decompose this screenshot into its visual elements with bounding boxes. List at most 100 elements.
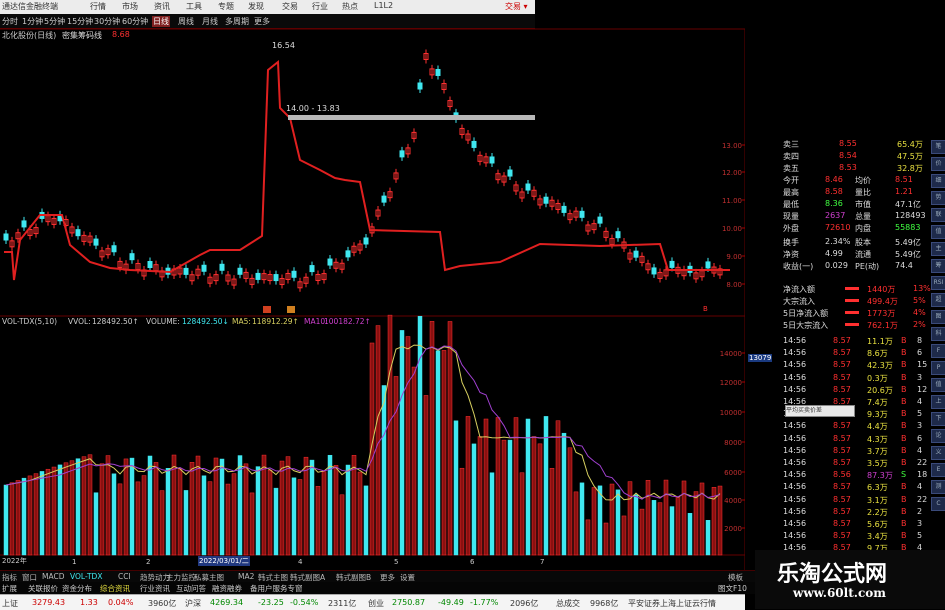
tick-direction: B [901, 421, 907, 431]
side-tab[interactable]: 值 [931, 378, 945, 392]
status-sh-label[interactable]: 上证 [2, 598, 18, 609]
info-tab[interactable]: 行业资讯 [140, 583, 170, 594]
volume-bar [657, 502, 663, 556]
side-tab[interactable]: 超 [931, 293, 945, 307]
volume-bar [405, 336, 411, 556]
tick-price: 8.57 [833, 458, 851, 467]
volume-bar [243, 463, 249, 556]
indicator-tab[interactable]: MACD [42, 572, 64, 581]
stat-value-2: 5.49亿 [895, 250, 921, 259]
stat-row: 净资 4.99 流通 5.49亿 [745, 248, 930, 260]
side-tab[interactable]: P [931, 361, 945, 375]
side-tab[interactable]: 义 [931, 446, 945, 460]
side-tab[interactable]: 笔 [931, 140, 945, 154]
side-tab[interactable]: 测 [931, 480, 945, 494]
side-tab[interactable]: C [931, 497, 945, 511]
indicator-tab[interactable]: CCI [118, 572, 131, 581]
candle [291, 270, 297, 278]
tick-direction: B [901, 397, 907, 406]
side-tab[interactable]: 势 [931, 191, 945, 205]
status-cy-label[interactable]: 创业 [368, 598, 384, 609]
side-tab[interactable]: 上 [931, 395, 945, 409]
watermark-title: 乐淘公式网 [777, 562, 888, 587]
event-icon-2[interactable] [287, 306, 295, 313]
side-tab[interactable]: 筹 [931, 259, 945, 273]
volume-bar [273, 487, 279, 556]
flow-row: 净流入额 1440万 13% [745, 283, 931, 295]
side-tab[interactable]: 论 [931, 429, 945, 443]
flow-pct: 13% [913, 284, 931, 293]
stat-label-2: 均价 [855, 176, 871, 185]
side-tab[interactable]: 图 [931, 310, 945, 324]
volume-bar [201, 475, 207, 556]
quote-panel: 卖三 8.55 65.4万 卖四 8.54 47.5万 卖五 8.53 32.8万 … [745, 0, 931, 578]
flow-value: 499.4万 [867, 297, 898, 306]
flow-label: 净流入额 [783, 285, 815, 294]
volume-bar [627, 481, 633, 556]
side-tab[interactable]: E [931, 463, 945, 477]
ma5-label: MA5: [232, 317, 251, 326]
candle [615, 231, 621, 239]
info-tab[interactable]: 备用户服务专窗 [250, 583, 303, 594]
info-tab[interactable]: 扩展 [2, 583, 17, 594]
candle [363, 237, 369, 245]
side-tab[interactable]: RSI [931, 276, 945, 290]
side-tab[interactable]: 联 [931, 208, 945, 222]
info-tab[interactable]: 关联报价 [28, 583, 58, 594]
volume-tick-label: 8000 [724, 439, 742, 447]
month-mark: 5 [394, 558, 398, 566]
candle [147, 260, 153, 268]
volume-bar [339, 494, 345, 556]
stat-label: 最低 [783, 200, 799, 209]
stock-name: 北化股份(日线) [2, 31, 57, 40]
volume-bar [291, 477, 297, 556]
spread-popup[interactable]: 平均买卖价差 [785, 405, 855, 417]
tick-direction: B [901, 384, 907, 394]
side-tab[interactable]: 值 [931, 225, 945, 239]
info-tab[interactable]: 互动问答 [176, 583, 206, 594]
candle [201, 264, 207, 272]
side-tab[interactable]: 细 [931, 174, 945, 188]
tick-volume: 3.5万 [867, 459, 888, 468]
event-icon-1[interactable] [263, 306, 271, 313]
side-tab[interactable]: 科 [931, 327, 945, 341]
volume-bar [669, 506, 675, 556]
indicator-tab[interactable]: MA2 [238, 572, 254, 581]
candle [327, 258, 333, 266]
flow-label: 5日大宗流入 [783, 321, 829, 330]
side-tab[interactable]: 主 [931, 242, 945, 256]
tick-count: 8 [917, 336, 923, 345]
candle [345, 250, 351, 258]
tick-volume: 4.3万 [867, 434, 888, 444]
f10-tab[interactable]: 图文F10 [718, 583, 747, 594]
volume-bar [537, 443, 543, 556]
tick-price: 8.56 [833, 470, 851, 480]
info-tab[interactable]: 融资融券 [212, 583, 242, 594]
volume-bar [219, 458, 225, 556]
ask-price: 8.55 [839, 139, 857, 148]
kline-chart[interactable]: 1234567 13.0012.0011.0010.009.008.00 140… [0, 0, 745, 570]
stat-row: 收益(一) 0.029 PE(动) 74.4 [745, 260, 930, 272]
candle [93, 238, 99, 246]
info-tab[interactable]: 综合资讯 [100, 583, 130, 594]
volume-bar [57, 464, 63, 556]
tick-row: 14:56 8.57 6.3万 B 4 [783, 481, 928, 493]
volume-bar [483, 418, 489, 556]
info-tab[interactable]: 资金分布 [62, 583, 92, 594]
tick-count: 4 [917, 482, 923, 492]
indicator-tab[interactable]: VOL-TDX [70, 572, 102, 581]
volume-bar [567, 447, 573, 556]
side-tab[interactable]: 价 [931, 157, 945, 171]
volume-bar [489, 472, 495, 556]
stat-label-2: 内盘 [855, 224, 871, 233]
side-tab[interactable]: 下 [931, 412, 945, 426]
tick-count: 6 [917, 348, 923, 358]
candle [219, 263, 225, 271]
tick-direction: B [901, 336, 907, 345]
status-sz-label[interactable]: 沪深 [185, 598, 201, 609]
status-cy-amt: 2096亿 [510, 599, 539, 608]
volume-bar [207, 481, 213, 556]
side-tab[interactable]: F [931, 344, 945, 358]
year-label: 2022年 [2, 557, 27, 565]
volume-bar [315, 486, 321, 556]
